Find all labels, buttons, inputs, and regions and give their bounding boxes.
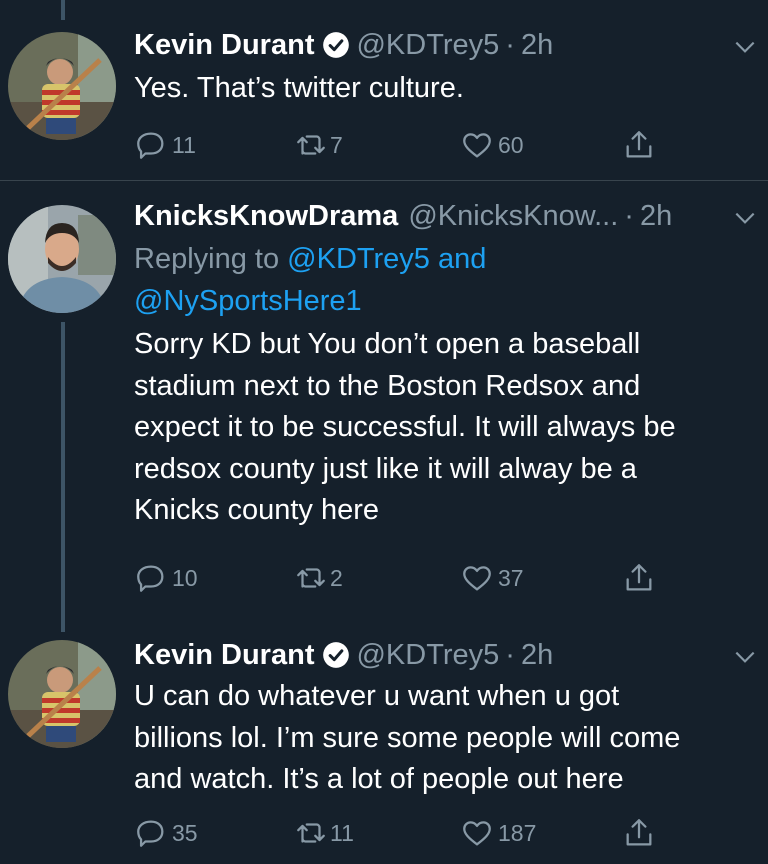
timestamp[interactable]: 2h	[521, 28, 553, 62]
avatar-kevin-durant[interactable]	[8, 640, 116, 748]
tweet-text-line: Knicks county here	[134, 494, 380, 526]
timestamp[interactable]: 2h	[521, 638, 553, 672]
replying-to: Replying to @KDTrey5 and	[134, 239, 748, 281]
heart-icon	[463, 566, 491, 591]
share-icon	[626, 131, 652, 158]
like-button[interactable]: 187	[460, 816, 536, 850]
reply-count: 10	[172, 564, 198, 591]
tweet-header: KnicksKnowDrama @KnicksKnow... · 2h	[134, 199, 748, 233]
user-handle[interactable]: @KDTrey5	[356, 28, 499, 62]
tweet-text-line: and watch. It’s a lot of people out here	[134, 763, 624, 795]
timestamp[interactable]: 2h	[640, 199, 672, 233]
retweet-count: 11	[330, 819, 354, 846]
retweet-icon	[297, 135, 325, 155]
like-count: 187	[498, 819, 537, 846]
retweet-count: 7	[330, 131, 343, 158]
mention-link[interactable]: @NySportsHere1	[134, 285, 362, 317]
tweet-text-line: stadium next to the Boston Redsox and	[134, 369, 641, 402]
user-name[interactable]: KnicksKnowDrama	[134, 199, 398, 233]
share-button[interactable]	[622, 561, 656, 595]
reply-button[interactable]: 35	[134, 816, 198, 850]
tweet-header: Kevin Durant @KDTrey5 · 2h	[134, 28, 748, 62]
reply-count: 35	[172, 819, 198, 846]
replying-to-line-2: @NySportsHere1	[134, 281, 748, 323]
separator-dot: ·	[505, 639, 515, 671]
user-name[interactable]: Kevin Durant	[134, 638, 314, 672]
heart-icon	[463, 133, 491, 158]
reply-count: 11	[172, 131, 196, 158]
avatar-knicksknowdrama[interactable]	[8, 205, 116, 313]
separator-dot: ·	[505, 29, 515, 61]
verified-badge-icon	[323, 642, 350, 668]
reply-button[interactable]: 11	[134, 128, 196, 162]
user-handle[interactable]: @KDTrey5	[356, 638, 499, 672]
tweet-3[interactable]: Kevin Durant @KDTrey5 · 2h U can do what…	[0, 620, 768, 864]
reply-button[interactable]: 10	[134, 561, 198, 595]
replying-and-text: and	[429, 243, 487, 275]
avatar-kevin-durant[interactable]	[8, 32, 116, 140]
share-icon	[626, 819, 652, 846]
tweet-1[interactable]: Kevin Durant @KDTrey5 · 2h Yes. That’s t…	[0, 0, 768, 180]
tweet-actions: 11 7 60	[134, 128, 654, 168]
replying-to-label: Replying to	[134, 243, 288, 275]
share-button[interactable]	[622, 816, 656, 850]
tweet-text-line: U can do whatever u want when u got	[134, 680, 620, 712]
retweet-button[interactable]: 11	[294, 816, 354, 850]
tweet-thread: Kevin Durant @KDTrey5 · 2h Yes. That’s t…	[0, 0, 768, 864]
reply-icon	[137, 565, 164, 592]
tweet-2[interactable]: KnicksKnowDrama @KnicksKnow... · 2h Repl…	[0, 181, 768, 621]
tweet-text-line: expect it to be successful. It will alwa…	[134, 411, 676, 443]
verified-badge-icon	[323, 32, 350, 58]
like-count: 60	[498, 131, 524, 158]
chevron-down-icon[interactable]	[732, 205, 758, 231]
tweet-actions: 35 11 187	[134, 816, 654, 856]
tweet-header: Kevin Durant @KDTrey5 · 2h	[134, 638, 748, 672]
chevron-down-icon[interactable]	[732, 34, 758, 60]
like-button[interactable]: 37	[460, 561, 524, 595]
reply-icon	[137, 132, 164, 159]
reply-icon	[137, 820, 164, 847]
tweet-text-line: billions lol. I’m sure some people will …	[134, 721, 681, 754]
retweet-icon	[297, 823, 325, 843]
user-handle[interactable]: @KnicksKnow...	[408, 199, 618, 233]
user-name[interactable]: Kevin Durant	[134, 28, 314, 62]
tweet-actions: 10 2 37	[134, 561, 654, 601]
tweet-text: Yes. That’s twitter culture.	[134, 72, 464, 104]
share-icon	[626, 564, 652, 591]
tweet-text-line: redsox county just like it will alway be…	[134, 452, 637, 485]
retweet-icon	[297, 568, 325, 588]
share-button[interactable]	[622, 128, 656, 162]
like-count: 37	[498, 564, 524, 591]
chevron-down-icon[interactable]	[732, 644, 758, 670]
retweet-button[interactable]: 2	[294, 561, 343, 595]
like-button[interactable]: 60	[460, 128, 524, 162]
tweet-text: U can do whatever u want when u got bill…	[134, 676, 748, 801]
mention-link[interactable]: @KDTrey5	[287, 243, 430, 275]
retweet-count: 2	[330, 564, 343, 591]
tweet-text: Sorry KD but You don’t open a baseball s…	[134, 324, 748, 532]
heart-icon	[463, 821, 491, 846]
separator-dot: ·	[624, 200, 634, 232]
retweet-button[interactable]: 7	[294, 128, 343, 162]
tweet-text-line: Sorry KD but You don’t open a baseball	[134, 328, 641, 360]
